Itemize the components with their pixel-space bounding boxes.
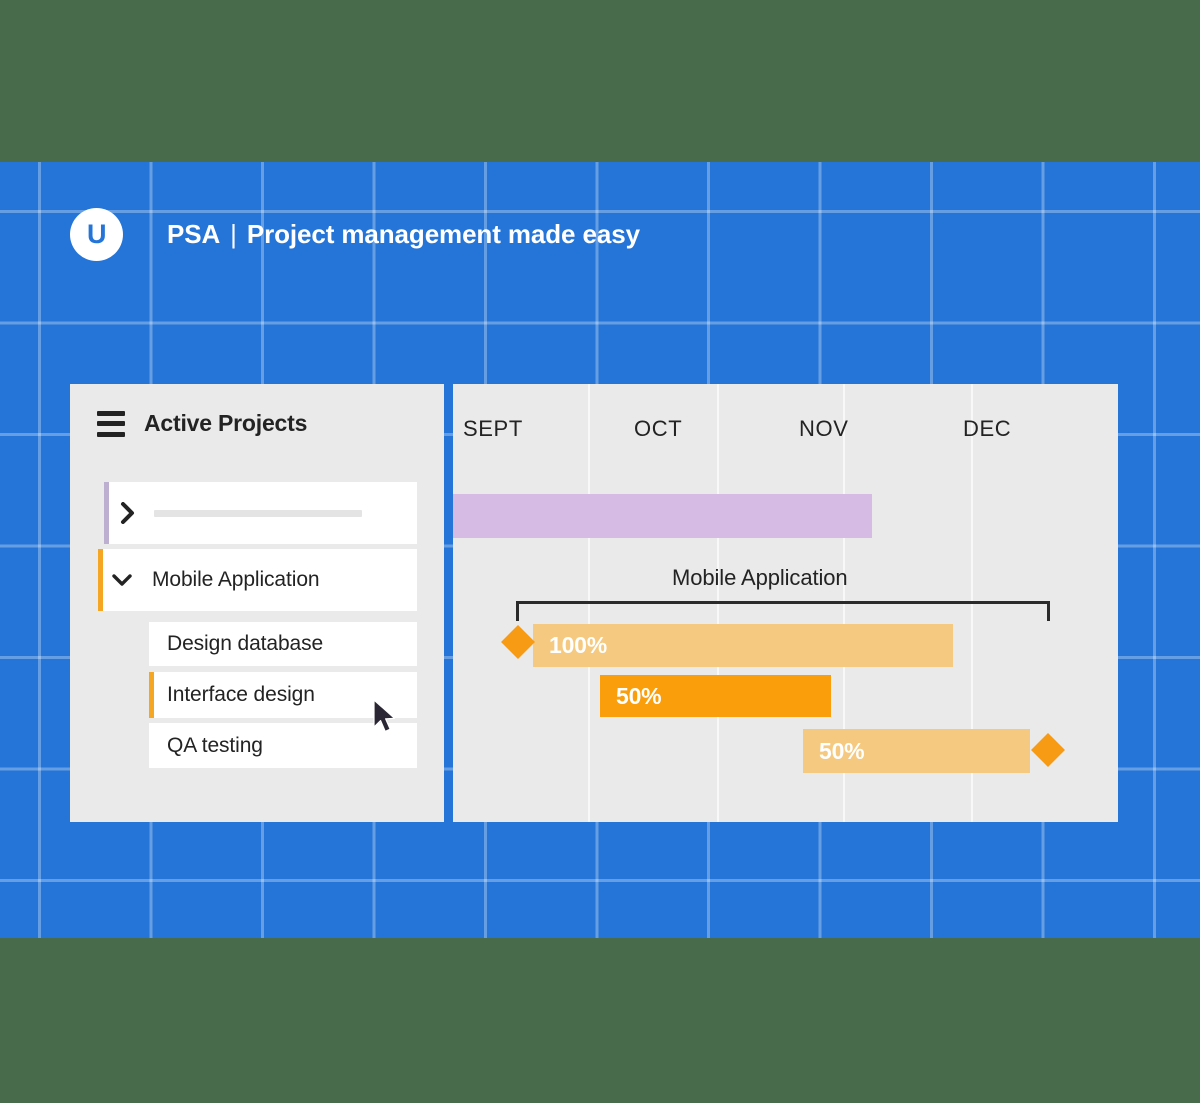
logo-glyph: U	[87, 219, 107, 249]
sidebar-item-label: Design database	[167, 632, 324, 655]
top-band	[0, 0, 1200, 162]
sidebar-item-design-database[interactable]: Design database	[149, 622, 417, 666]
sidebar-header: Active Projects	[97, 410, 307, 437]
header-separator: |	[230, 219, 237, 249]
month-label-oct: OCT	[634, 416, 683, 441]
chevron-down-icon[interactable]	[110, 568, 134, 592]
row-accent-bar	[149, 672, 154, 718]
month-label-sept: SEPT	[463, 416, 523, 441]
chevron-right-icon[interactable]	[116, 501, 140, 525]
row-accent-bar	[98, 549, 103, 611]
app-header: U PSA | Project management made easy	[70, 208, 640, 261]
sidebar-item-collapsed-project[interactable]	[104, 482, 417, 544]
sidebar-item-mobile-application[interactable]: Mobile Application	[98, 549, 417, 611]
task-progress-label: 100%	[549, 632, 608, 658]
header-tagline: Project management made easy	[246, 219, 640, 249]
row-accent-bar	[104, 482, 109, 544]
sidebar-item-label: QA testing	[167, 733, 263, 757]
screenshot-root: U PSA | Project management made easy Activ…	[0, 0, 1200, 1103]
gantt-panel: SEPT OCT NOV DEC Mobile Application 100%…	[453, 384, 1118, 822]
gantt-summary-bar[interactable]	[453, 494, 872, 538]
bracket-tick-left	[516, 601, 519, 621]
logo-icon: U	[70, 208, 123, 261]
gantt-task-bar[interactable]: 50%	[803, 729, 1030, 773]
task-progress-label: 50%	[819, 737, 865, 764]
bracket-tick-right	[1047, 601, 1050, 621]
header-title: PSA | Project management made easy	[167, 219, 640, 250]
task-progress-label: 50%	[616, 682, 662, 709]
bracket-line	[516, 601, 1050, 604]
sidebar-title: Active Projects	[144, 410, 308, 436]
month-label-dec: DEC	[963, 416, 1012, 441]
month-label-nov: NOV	[799, 416, 849, 441]
gantt-task-bar[interactable]: 50%	[600, 675, 831, 717]
sidebar-item-label: Interface design	[167, 683, 315, 706]
sidebar-item-label: Mobile Application	[152, 568, 320, 591]
brand-name: PSA	[167, 219, 221, 249]
gantt-group-label: Mobile Application	[672, 565, 848, 590]
redacted-project-name-placeholder	[154, 509, 362, 517]
hamburger-icon[interactable]	[97, 410, 125, 437]
gantt-task-bar[interactable]: 100%	[533, 624, 953, 667]
bottom-band	[0, 938, 1200, 1103]
arrow-cursor-icon	[373, 699, 396, 732]
gantt-group-bracket	[516, 601, 1050, 621]
